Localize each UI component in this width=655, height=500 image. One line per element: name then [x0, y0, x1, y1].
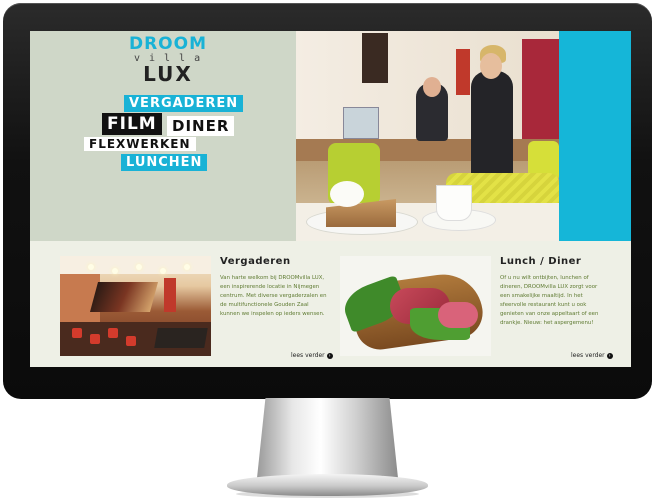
sandwich-roast-beef	[438, 302, 478, 328]
arrow-circle-right-icon: ›	[606, 352, 613, 359]
room-chair	[126, 336, 136, 346]
photo-poster	[362, 33, 388, 83]
read-more-label: lees verder	[571, 352, 605, 359]
hero-cafe-photo	[296, 31, 559, 241]
photo-waitress-head	[480, 53, 502, 79]
room-chair	[90, 334, 100, 344]
room-chair	[108, 328, 118, 338]
room-table	[154, 328, 208, 348]
hero-banner: DROOM villa LUX VERGADEREN FILM DINER FL…	[30, 31, 631, 241]
lunch-read-more-link[interactable]: lees verder ›	[571, 352, 613, 359]
ceiling-light	[136, 264, 142, 270]
monitor-stand-neck	[257, 398, 398, 478]
tag-diner: DINER	[167, 116, 235, 136]
ceiling-light	[184, 264, 190, 270]
logo-droom: DROOM	[128, 34, 208, 54]
arrow-circle-right-icon: ›	[326, 352, 333, 359]
photo-red-panel	[456, 49, 470, 95]
photo-coffee-cup	[436, 185, 472, 221]
monitor-stand-base	[227, 474, 428, 496]
lunch-sandwich-photo[interactable]	[340, 256, 491, 356]
ceiling-light	[160, 268, 166, 274]
monitor-bezel: DROOM villa LUX VERGADEREN FILM DINER FL…	[3, 3, 652, 399]
content-section: Vergaderen Van harte welkom bij DROOMvil…	[30, 241, 631, 367]
read-more-label: lees verder	[291, 352, 325, 359]
hero-accent-strip	[559, 31, 631, 241]
tag-film: FILM	[102, 113, 162, 135]
droomvilla-lux-logo[interactable]: DROOM villa LUX	[128, 35, 208, 89]
vergaderen-text: Van harte welkom bij DROOMvilla LUX, een…	[220, 275, 327, 317]
photo-whipped-cream	[330, 181, 364, 207]
room-chair	[72, 328, 82, 338]
ceiling-light	[88, 264, 94, 270]
photo-red-wall	[522, 39, 559, 139]
tag-lunchen: LUNCHEN	[121, 154, 208, 171]
ceiling-light	[112, 268, 118, 274]
photo-laptop	[343, 107, 379, 139]
lunch-diner-title[interactable]: Lunch / Diner	[500, 256, 581, 267]
hero-brand-panel: DROOM villa LUX VERGADEREN FILM DINER FL…	[30, 31, 298, 241]
meeting-room-photo[interactable]	[60, 256, 211, 356]
vergaderen-title[interactable]: Vergaderen	[220, 256, 291, 267]
room-red-panel	[164, 278, 176, 312]
lunch-diner-text: Of u nu wilt ontbijten, lunchen of diner…	[500, 275, 599, 326]
website-screen: DROOM villa LUX VERGADEREN FILM DINER FL…	[30, 31, 631, 367]
room-artwork	[89, 282, 159, 312]
logo-lux: LUX	[143, 62, 193, 86]
photo-guest-head	[423, 77, 441, 97]
vergaderen-read-more-link[interactable]: lees verder ›	[291, 352, 333, 359]
tag-flexwerken: FLEXWERKEN	[84, 137, 196, 151]
tag-vergaderen: VERGADEREN	[124, 95, 244, 112]
